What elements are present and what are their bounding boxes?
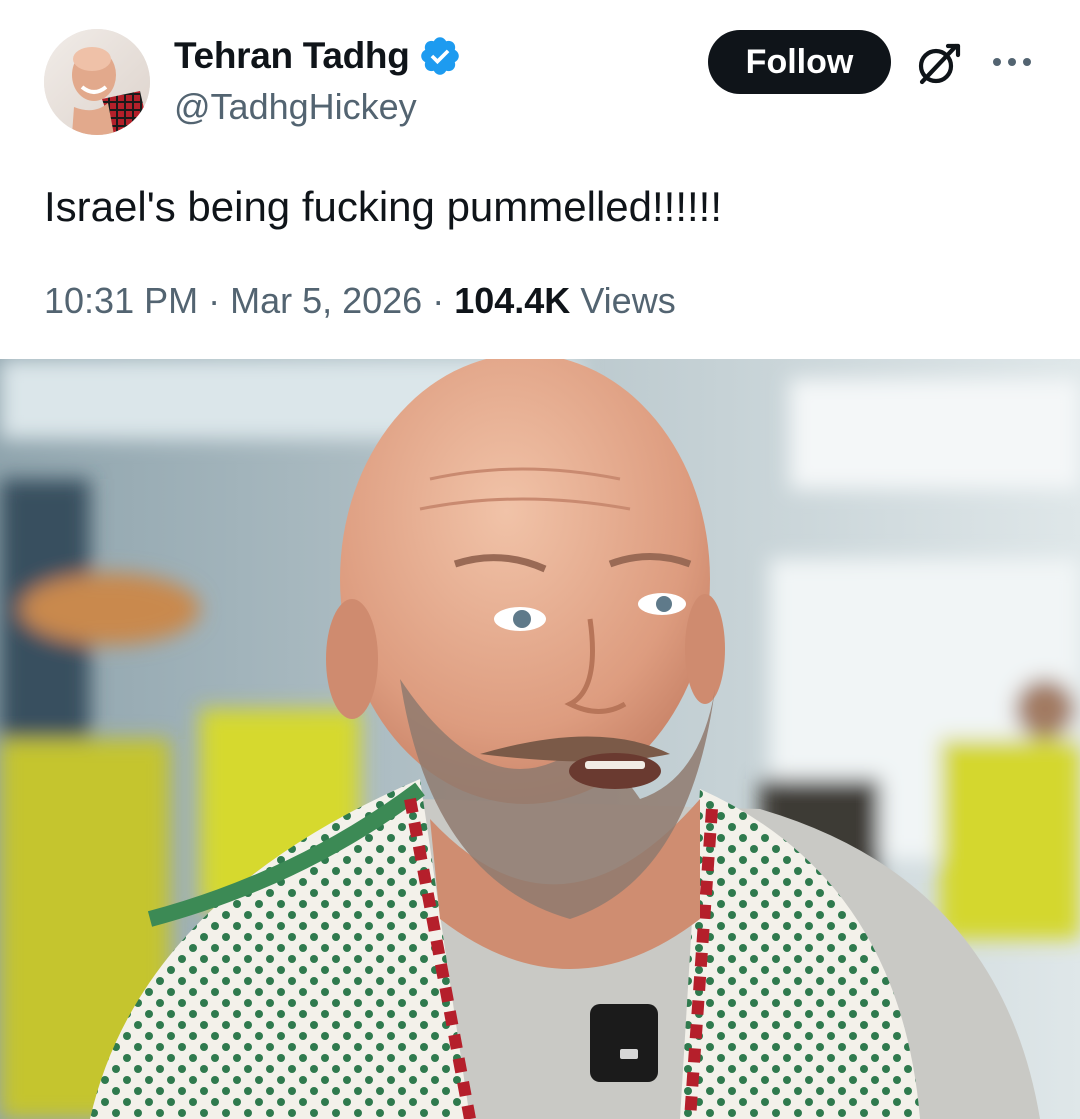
profile-photo-icon bbox=[44, 29, 150, 135]
attached-photo-icon bbox=[0, 359, 1080, 1119]
tweet-meta: 10:31 PM · Mar 5, 2026 · 104.4K Views bbox=[44, 280, 676, 322]
grok-icon[interactable] bbox=[910, 36, 966, 92]
follow-button[interactable]: Follow bbox=[708, 30, 891, 94]
tweet-photo[interactable] bbox=[0, 359, 1080, 1119]
author-display-name[interactable]: Tehran Tadhg bbox=[174, 35, 410, 77]
avatar[interactable] bbox=[44, 29, 150, 135]
views-count[interactable]: 104.4K bbox=[454, 280, 570, 322]
more-options-icon[interactable] bbox=[990, 48, 1034, 76]
tweet-date[interactable]: Mar 5, 2026 bbox=[230, 280, 422, 322]
views-label[interactable]: Views bbox=[580, 280, 675, 322]
tweet-text: Israel's being fucking pummelled!!!!!! bbox=[44, 183, 723, 230]
verified-badge-icon bbox=[418, 34, 462, 78]
meta-separator: · bbox=[432, 280, 445, 321]
meta-separator: · bbox=[208, 280, 221, 321]
tweet-time[interactable]: 10:31 PM bbox=[44, 280, 198, 322]
author-handle[interactable]: @TadhgHickey bbox=[174, 86, 417, 128]
tweet-card: Tehran Tadhg @TadhgHickey Follow Israel'… bbox=[0, 0, 1080, 1119]
author-name-row[interactable]: Tehran Tadhg bbox=[174, 32, 462, 80]
